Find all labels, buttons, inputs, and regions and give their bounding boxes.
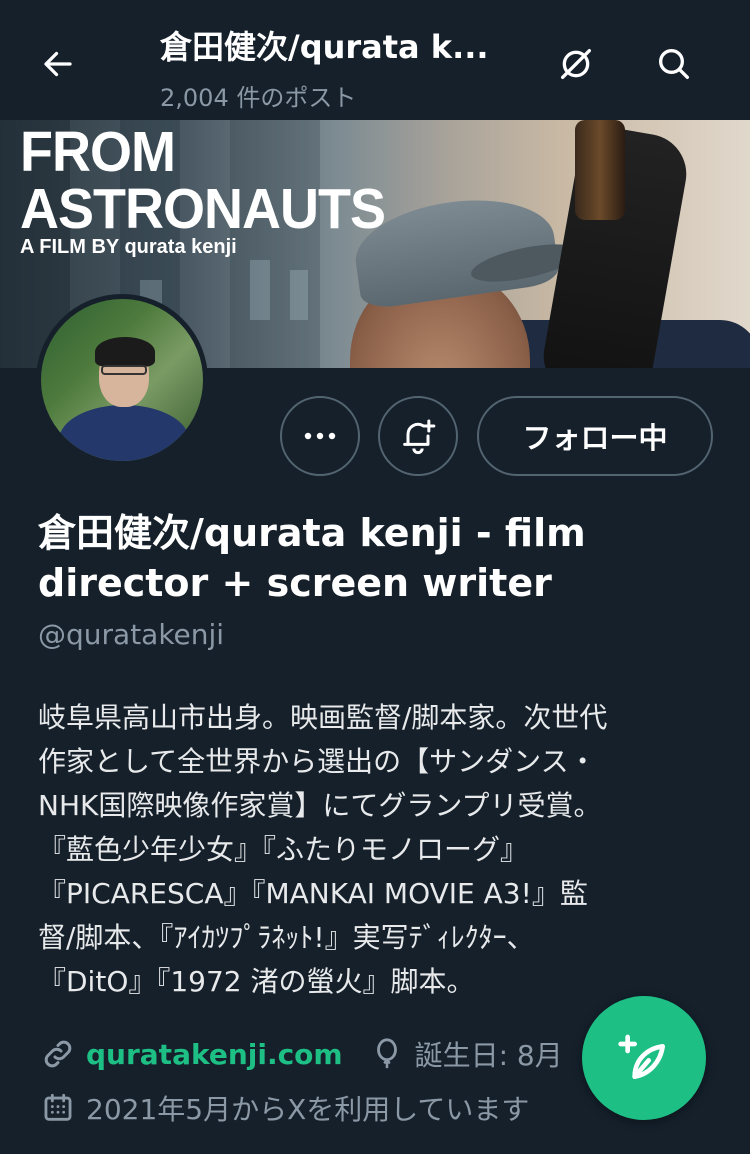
profile-meta-row: 2021年5月からXを利用しています <box>38 1086 529 1130</box>
compose-post-button[interactable] <box>582 996 706 1120</box>
birthday-item: 誕生日: 8月 <box>367 1034 563 1074</box>
banner-title: FROM ASTRONAUTS <box>20 120 386 241</box>
search-button[interactable] <box>646 36 702 92</box>
search-icon <box>659 49 689 80</box>
more-options-button[interactable] <box>280 396 360 476</box>
bell-plus-icon <box>403 419 436 455</box>
notify-button[interactable] <box>378 396 458 476</box>
calendar-icon <box>38 1088 78 1128</box>
hide-button[interactable] <box>548 36 604 92</box>
website-link[interactable]: quratakenji.com <box>86 1038 343 1071</box>
avatar-glasses <box>101 365 147 375</box>
joined-date: 2021年5月からXを利用しています <box>86 1093 530 1126</box>
following-button[interactable]: フォロー中 <box>477 396 713 476</box>
header-title-group: 倉田健次/qurata k... 2,004 件のポスト <box>160 22 530 113</box>
avatar[interactable] <box>36 294 208 466</box>
compose-icon <box>618 1034 665 1079</box>
more-icon <box>304 432 336 440</box>
banner-title-line2: ASTRONAUTS <box>20 177 386 241</box>
profile-bio: 岐阜県高山市出身。映画監督/脚本家。次世代 作家として全世界から選出の【サンダン… <box>38 701 608 998</box>
banner-bottle <box>575 120 625 220</box>
banner-window <box>290 270 308 320</box>
back-button[interactable] <box>30 36 86 92</box>
avatar-shirt <box>59 405 189 461</box>
eye-slash-icon <box>561 49 591 80</box>
post-count: 2,004 件のポスト <box>160 84 357 112</box>
balloon-icon <box>367 1034 407 1074</box>
banner-window <box>250 260 270 320</box>
avatar-hair <box>95 337 155 367</box>
user-handle: @quratakenji <box>38 618 225 651</box>
display-name: 倉田健次/qurata kenji - film director + scre… <box>38 511 586 605</box>
link-icon <box>38 1034 78 1074</box>
profile-meta-row: quratakenji.com 誕生日: 8月 <box>38 1032 563 1076</box>
page-title: 倉田健次/qurata k... <box>160 28 489 66</box>
birthday-text: 誕生日: 8月 <box>414 1039 563 1072</box>
banner-title-line1: FROM <box>20 120 176 184</box>
back-arrow-icon <box>44 51 72 77</box>
top-bar: 倉田健次/qurata k... 2,004 件のポスト <box>0 0 750 120</box>
banner-credit: A FILM BY qurata kenji <box>20 236 237 258</box>
